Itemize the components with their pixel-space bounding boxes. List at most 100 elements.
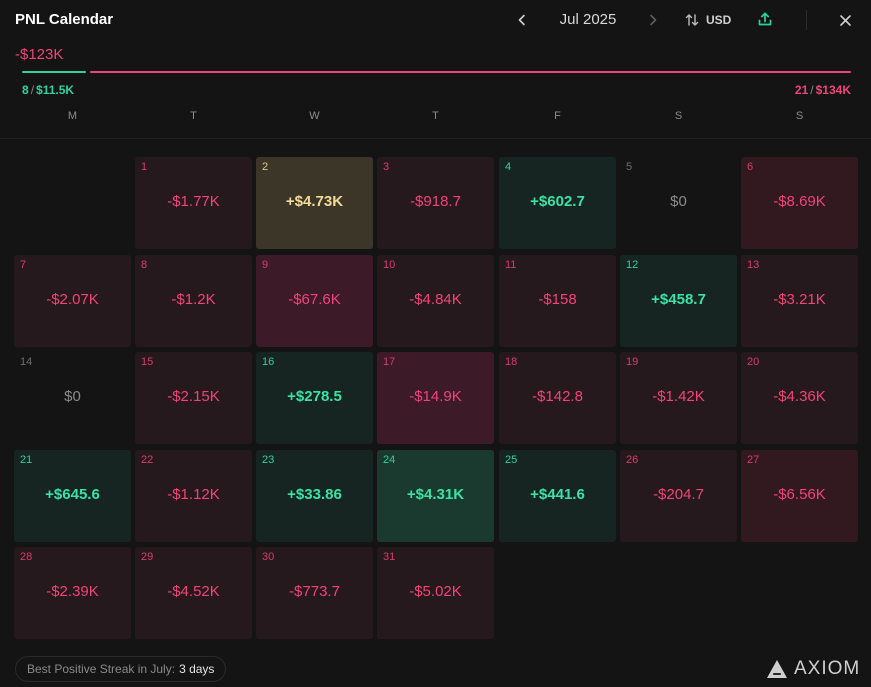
day-pnl-value: -$1.42K	[652, 388, 705, 405]
best-streak-badge: Best Positive Streak in July: 3 days	[15, 656, 227, 682]
weekday-label: T	[432, 110, 439, 122]
weekday-header: M T W T F S S	[14, 110, 859, 124]
day-cell-17[interactable]: 17 -$14.9K	[377, 352, 494, 444]
day-cell-16[interactable]: 16 +$278.5	[256, 352, 373, 444]
day-number: 7	[20, 259, 27, 271]
currency-toggle-button[interactable]: USD	[684, 10, 731, 30]
day-cell-7[interactable]: 7 -$2.07K	[14, 255, 131, 347]
day-number: 9	[262, 259, 269, 271]
day-pnl-value: -$773.7	[289, 583, 340, 600]
negative-days-summary: 21/$134K	[795, 83, 851, 97]
day-cell-9[interactable]: 9 -$67.6K	[256, 255, 373, 347]
day-cell-25[interactable]: 25 +$441.6	[499, 450, 616, 542]
day-number: 10	[383, 259, 396, 271]
weekday-label: T	[190, 110, 197, 122]
day-number: 20	[747, 356, 760, 368]
day-pnl-value: -$4.52K	[167, 583, 220, 600]
day-pnl-value: -$14.9K	[409, 388, 462, 405]
day-cell-20[interactable]: 20 -$4.36K	[741, 352, 858, 444]
day-pnl-value: $0	[64, 388, 81, 405]
day-cell-31[interactable]: 31 -$5.02K	[377, 547, 494, 639]
day-number: 31	[383, 551, 396, 563]
day-number: 6	[747, 161, 754, 173]
day-number: 22	[141, 454, 154, 466]
day-pnl-value: +$4.73K	[285, 193, 344, 210]
weekday-label: S	[674, 110, 683, 122]
day-number: 21	[20, 454, 33, 466]
day-pnl-value: +$458.7	[651, 291, 706, 308]
day-cell-18[interactable]: 18 -$142.8	[499, 352, 616, 444]
day-cell-29[interactable]: 29 -$4.52K	[135, 547, 252, 639]
day-pnl-value: +$441.6	[530, 486, 585, 503]
currency-label: USD	[706, 13, 732, 27]
upload-icon	[758, 12, 772, 26]
day-cell-21[interactable]: 21 +$645.6	[14, 450, 131, 542]
day-cell-23[interactable]: 23 +$33.86	[256, 450, 373, 542]
positive-days-total: $11.5K	[36, 83, 75, 97]
summary-separator: /	[810, 83, 814, 97]
day-pnl-value: -$4.36K	[773, 388, 826, 405]
day-pnl-value: -$204.7	[653, 486, 704, 503]
day-number: 5	[626, 161, 633, 173]
day-pnl-value: -$1.77K	[167, 193, 220, 210]
previous-month-button[interactable]	[512, 10, 532, 30]
day-cell-5[interactable]: 5 $0	[620, 157, 737, 249]
day-number: 30	[262, 551, 275, 563]
share-button[interactable]	[755, 9, 775, 29]
total-pnl: -$123K	[15, 46, 64, 63]
best-streak-label: Best Positive Streak in July:	[27, 662, 176, 676]
day-cell-14[interactable]: 14 $0	[14, 352, 131, 444]
day-cell-4[interactable]: 4 +$602.7	[499, 157, 616, 249]
day-cell-11[interactable]: 11 -$158	[499, 255, 616, 347]
day-number: 8	[141, 259, 148, 271]
day-cell-19[interactable]: 19 -$1.42K	[620, 352, 737, 444]
day-number: 13	[747, 259, 760, 271]
day-cell-6[interactable]: 6 -$8.69K	[741, 157, 858, 249]
negative-days-count: 21	[794, 83, 809, 97]
brand-name: AXIOM	[794, 658, 861, 679]
day-cell-13[interactable]: 13 -$3.21K	[741, 255, 858, 347]
day-pnl-value: -$6.56K	[773, 486, 826, 503]
day-cell-12[interactable]: 12 +$458.7	[620, 255, 737, 347]
day-pnl-value: -$918.7	[410, 193, 461, 210]
day-number: 19	[626, 356, 639, 368]
day-pnl-value: -$3.21K	[773, 291, 826, 308]
day-pnl-value: -$5.02K	[409, 583, 462, 600]
day-cell-2[interactable]: 2 +$4.73K	[256, 157, 373, 249]
day-number: 27	[747, 454, 760, 466]
weekday-label: M	[67, 110, 78, 122]
day-cell-15[interactable]: 15 -$2.15K	[135, 352, 252, 444]
day-number: 15	[141, 356, 154, 368]
triangle-logo-icon	[767, 660, 787, 678]
positive-ratio-bar	[22, 71, 86, 73]
day-pnl-value: +$33.86	[287, 486, 342, 503]
day-number: 17	[383, 356, 396, 368]
header-divider	[806, 10, 807, 30]
day-cell-28[interactable]: 28 -$2.39K	[14, 547, 131, 639]
next-month-button[interactable]	[643, 10, 663, 30]
day-pnl-value: -$2.07K	[46, 291, 99, 308]
day-cell-3[interactable]: 3 -$918.7	[377, 157, 494, 249]
swap-vertical-icon	[685, 14, 699, 26]
day-cell-30[interactable]: 30 -$773.7	[256, 547, 373, 639]
day-cell-22[interactable]: 22 -$1.12K	[135, 450, 252, 542]
day-number: 2	[262, 161, 269, 173]
day-cell-26[interactable]: 26 -$204.7	[620, 450, 737, 542]
day-pnl-value: +$278.5	[287, 388, 342, 405]
day-cell-8[interactable]: 8 -$1.2K	[135, 255, 252, 347]
weekday-label: W	[309, 110, 320, 122]
window-title: PNL Calendar	[15, 11, 114, 28]
day-cell-24[interactable]: 24 +$4.31K	[377, 450, 494, 542]
close-icon	[839, 14, 851, 26]
day-cell-1[interactable]: 1 -$1.77K	[135, 157, 252, 249]
day-cell-10[interactable]: 10 -$4.84K	[377, 255, 494, 347]
day-pnl-value: +$645.6	[45, 486, 100, 503]
day-number: 28	[20, 551, 33, 563]
close-button[interactable]	[835, 10, 855, 30]
axiom-logo: AXIOM	[766, 658, 860, 680]
positive-days-summary: 8/$11.5K	[22, 83, 74, 97]
day-number: 3	[383, 161, 390, 173]
day-cell-27[interactable]: 27 -$6.56K	[741, 450, 858, 542]
negative-ratio-bar	[90, 71, 851, 73]
day-pnl-value: -$1.2K	[171, 291, 216, 308]
